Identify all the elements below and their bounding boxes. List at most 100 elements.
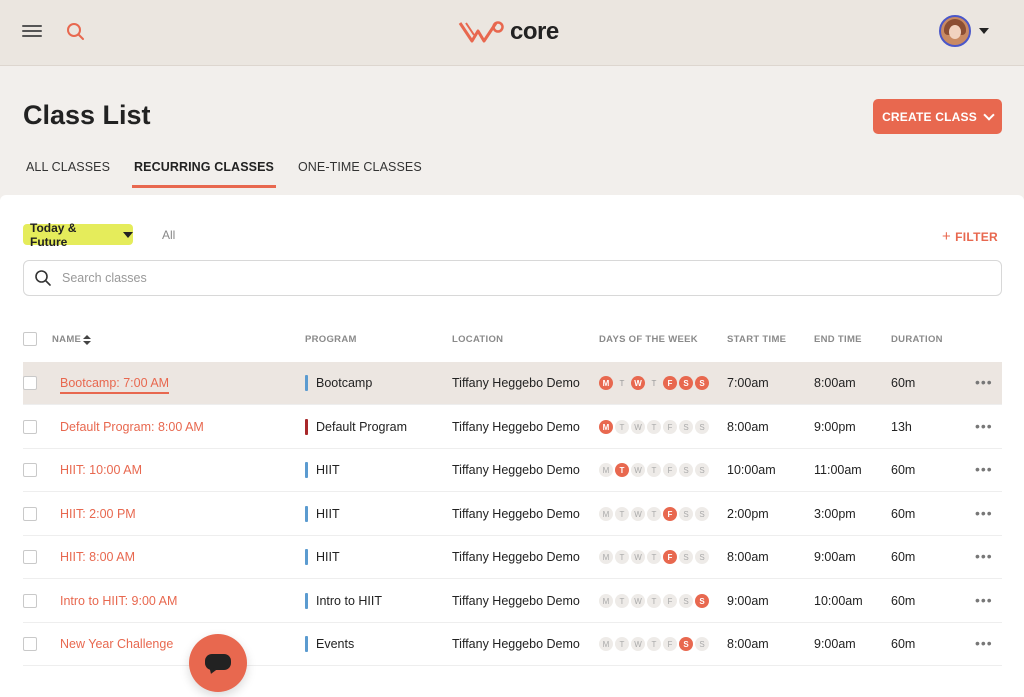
day-indicator: S xyxy=(679,507,693,521)
avatar[interactable] xyxy=(939,15,971,47)
row-checkbox[interactable] xyxy=(23,420,37,434)
day-indicator: S xyxy=(695,420,709,434)
create-class-button[interactable]: CREATE CLASS xyxy=(873,99,1002,134)
day-indicator: S xyxy=(695,637,709,651)
filter-label: FILTER xyxy=(955,230,998,244)
day-indicator: T xyxy=(615,420,629,434)
duration: 60m xyxy=(891,376,916,390)
search-icon[interactable] xyxy=(66,22,86,42)
table-row[interactable]: HIIT: 10:00 AM HIIT Tiffany Heggebo Demo M T… xyxy=(23,449,1002,492)
more-options-icon[interactable]: ••• xyxy=(975,635,993,651)
class-name-link[interactable]: New Year Challenge xyxy=(60,637,173,651)
more-options-icon[interactable]: ••• xyxy=(975,374,993,390)
time-filter-dropdown[interactable]: Today & Future xyxy=(23,221,133,249)
days-of-week: MTWTFSS xyxy=(599,420,711,434)
day-indicator: M xyxy=(599,637,613,651)
day-indicator: S xyxy=(679,637,693,651)
table-row[interactable]: New Year Challenge Events Tiffany Heggebo … xyxy=(23,623,1002,666)
end-time: 9:00am xyxy=(814,637,856,651)
logo-mark-icon xyxy=(458,21,504,43)
day-indicator: F xyxy=(663,376,677,390)
class-name-link[interactable]: HIIT: 10:00 AM xyxy=(60,463,142,477)
day-indicator: F xyxy=(663,463,677,477)
create-class-label: CREATE CLASS xyxy=(882,109,977,124)
day-indicator: S xyxy=(679,463,693,477)
tab-one-time-classes[interactable]: ONE-TIME CLASSES xyxy=(298,160,422,188)
day-indicator: M xyxy=(599,420,613,434)
days-of-week: MTWTFSS xyxy=(599,376,711,390)
day-indicator: S xyxy=(695,550,709,564)
class-name-link[interactable]: Bootcamp: 7:00 AM xyxy=(60,376,170,394)
class-name-link[interactable]: Intro to HIIT: 9:00 AM xyxy=(60,594,177,608)
row-checkbox[interactable] xyxy=(23,463,37,477)
filter-button[interactable]: + FILTER xyxy=(942,228,998,245)
location-name: Tiffany Heggebo Demo xyxy=(452,376,580,390)
day-indicator: W xyxy=(631,594,645,608)
day-indicator: T xyxy=(647,507,661,521)
program-color-bar xyxy=(305,593,308,609)
start-time: 8:00am xyxy=(727,420,769,434)
row-checkbox[interactable] xyxy=(23,637,37,651)
program-color-bar xyxy=(305,636,308,652)
program-color-bar xyxy=(305,419,308,435)
duration: 60m xyxy=(891,594,916,608)
program-name: Intro to HIIT xyxy=(316,594,382,608)
more-options-icon[interactable]: ••• xyxy=(975,548,993,564)
start-time: 10:00am xyxy=(727,463,776,477)
top-bar: core xyxy=(0,0,1024,66)
column-header-name[interactable]: NAME xyxy=(52,334,81,345)
location-name: Tiffany Heggebo Demo xyxy=(452,507,580,521)
class-name-link[interactable]: HIIT: 8:00 AM xyxy=(60,550,135,564)
day-indicator: S xyxy=(679,594,693,608)
start-time: 2:00pm xyxy=(727,507,769,521)
end-time: 9:00am xyxy=(814,550,856,564)
app-logo[interactable]: core xyxy=(458,18,559,46)
program-name: HIIT xyxy=(316,550,340,564)
location-name: Tiffany Heggebo Demo xyxy=(452,550,580,564)
table-row[interactable]: HIIT: 2:00 PM HIIT Tiffany Heggebo Demo M T W… xyxy=(23,493,1002,536)
sort-icon[interactable] xyxy=(83,334,91,346)
program-name: Default Program xyxy=(316,420,408,434)
day-indicator: S xyxy=(695,507,709,521)
day-indicator: M xyxy=(599,463,613,477)
end-time: 8:00am xyxy=(814,376,856,390)
tab-all-classes[interactable]: ALL CLASSES xyxy=(26,160,110,188)
search-field[interactable] xyxy=(23,260,1002,296)
duration: 13h xyxy=(891,420,912,434)
days-of-week: MTWTFSS xyxy=(599,507,711,521)
all-filter-link[interactable]: All xyxy=(162,228,175,242)
table-row[interactable]: HIIT: 8:00 AM HIIT Tiffany Heggebo Demo M T W… xyxy=(23,536,1002,579)
end-time: 9:00pm xyxy=(814,420,856,434)
tab-recurring-classes[interactable]: RECURRING CLASSES xyxy=(132,160,276,188)
more-options-icon[interactable]: ••• xyxy=(975,592,993,608)
class-name-link[interactable]: HIIT: 2:00 PM xyxy=(60,507,136,521)
table-row[interactable]: Intro to HIIT: 9:00 AM Intro to HIIT Tiffa… xyxy=(23,580,1002,623)
duration: 60m xyxy=(891,507,916,521)
more-options-icon[interactable]: ••• xyxy=(975,461,993,477)
search-input[interactable] xyxy=(62,271,962,285)
day-indicator: T xyxy=(615,594,629,608)
chevron-down-icon[interactable] xyxy=(979,28,989,34)
chat-button[interactable] xyxy=(189,634,247,692)
row-checkbox[interactable] xyxy=(23,594,37,608)
time-filter-label: Today & Future xyxy=(30,220,77,249)
start-time: 8:00am xyxy=(727,637,769,651)
class-name-link[interactable]: Default Program: 8:00 AM xyxy=(60,420,204,434)
more-options-icon[interactable]: ••• xyxy=(975,418,993,434)
row-checkbox[interactable] xyxy=(23,550,37,564)
row-checkbox[interactable] xyxy=(23,507,37,521)
menu-icon[interactable] xyxy=(22,22,42,42)
location-name: Tiffany Heggebo Demo xyxy=(452,420,580,434)
row-checkbox[interactable] xyxy=(23,376,37,390)
search-icon xyxy=(35,270,51,286)
day-indicator: T xyxy=(615,507,629,521)
day-indicator: W xyxy=(631,550,645,564)
table-row[interactable]: Bootcamp: 7:00 AM Bootcamp Tiffany Heggebo… xyxy=(23,362,1002,405)
day-indicator: T xyxy=(651,378,657,388)
more-options-icon[interactable]: ••• xyxy=(975,505,993,521)
day-indicator: M xyxy=(599,550,613,564)
chevron-down-icon xyxy=(983,108,995,121)
table-row[interactable]: Default Program: 8:00 AM Default Program T… xyxy=(23,406,1002,449)
table-header: NAME PROGRAM LOCATION DAYS OF THE WEEK S… xyxy=(0,330,1024,350)
program-color-bar xyxy=(305,462,308,478)
